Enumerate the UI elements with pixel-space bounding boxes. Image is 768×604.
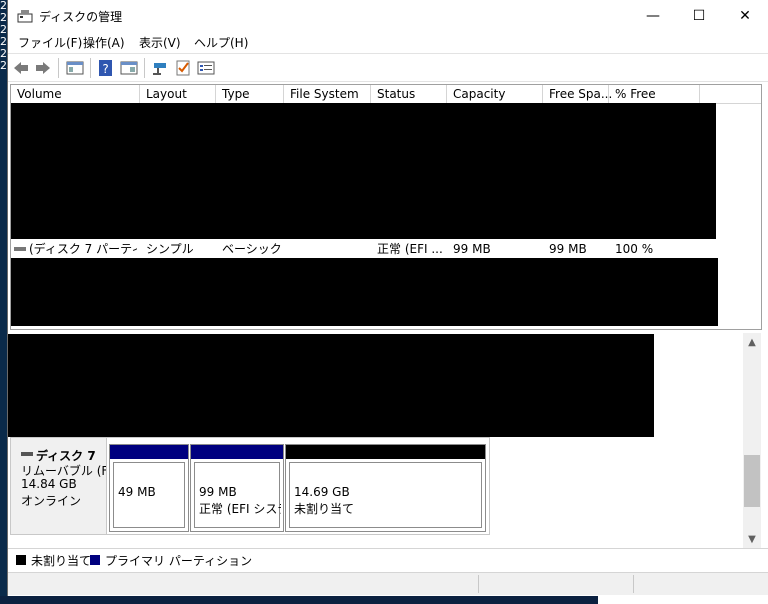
maximize-button[interactable]: ☐ [676, 0, 722, 31]
partition-2-size: 99 MB [199, 485, 237, 499]
svg-text:?: ? [102, 62, 108, 76]
legend-swatch-unallocated [16, 555, 26, 565]
col-capacity[interactable]: Capacity [447, 85, 543, 103]
partition-unallocated[interactable]: 14.69 GB 未割り当て [285, 444, 486, 532]
minimize-button[interactable]: — [630, 0, 676, 31]
toolbar: ? [8, 53, 768, 82]
help-icon[interactable]: ? [97, 59, 115, 77]
taskbar-edge [0, 596, 598, 604]
cell-percent-free: 100 % [615, 242, 654, 256]
menu-view[interactable]: 表示(V) [139, 34, 181, 51]
col-percent-free[interactable]: % Free [609, 85, 700, 103]
volume-list[interactable]: Volume Layout Type File System Status Ca… [10, 84, 762, 330]
partition-2[interactable]: 99 MB 正常 (EFI システ. [190, 444, 284, 532]
disk-size: 14.84 GB [21, 477, 77, 491]
partition-3-status: 未割り当て [294, 502, 355, 516]
scroll-up-icon[interactable]: ▲ [743, 333, 761, 351]
graphical-view[interactable]: ディスク 7 リムーバブル (F:) 14.84 GB オンライン 49 MB … [8, 333, 768, 548]
redacted-area [8, 334, 654, 437]
partition-3-bar [286, 445, 485, 459]
window-title: ディスクの管理 [39, 10, 123, 24]
col-layout[interactable]: Layout [140, 85, 216, 103]
menu-action[interactable]: 操作(A) [83, 34, 125, 51]
vertical-scrollbar[interactable]: ▲ ▼ [743, 333, 761, 548]
col-status[interactable]: Status [371, 85, 447, 103]
menu-file[interactable]: ファイル(F) [18, 34, 82, 51]
cell-free-space: 99 MB [549, 242, 587, 256]
cell-volume: (ディスク 7 パーティシ... [29, 242, 137, 256]
redacted-area [11, 103, 716, 239]
forward-arrow-icon[interactable] [34, 59, 52, 77]
menu-bar: ファイル(F) 操作(A) 表示(V) ヘルプ(H) [8, 31, 768, 53]
menu-help[interactable]: ヘルプ(H) [194, 34, 248, 51]
cell-type: ベーシック [222, 242, 282, 256]
partition-2-status: 正常 (EFI システ. [199, 502, 281, 516]
col-volume[interactable]: Volume [11, 85, 140, 103]
title-bar[interactable]: ディスクの管理 — ☐ ✕ [8, 0, 768, 31]
back-arrow-icon[interactable] [12, 59, 30, 77]
scroll-down-icon[interactable]: ▼ [743, 530, 761, 548]
redacted-area [11, 258, 718, 326]
col-file-system[interactable]: File System [284, 85, 371, 103]
connect-icon[interactable] [151, 59, 169, 77]
disk-icon [21, 452, 33, 456]
legend: 未割り当て プライマリ パーティション [8, 548, 768, 571]
table-row[interactable]: (ディスク 7 パーティシ... シンプル ベーシック 正常 (EFI ... … [11, 240, 759, 258]
console-tree-icon[interactable] [66, 59, 84, 77]
disk-management-icon [17, 10, 33, 23]
close-button[interactable]: ✕ [722, 0, 768, 31]
check-icon[interactable] [174, 59, 192, 77]
legend-swatch-primary [90, 555, 100, 565]
partition-3-size: 14.69 GB [294, 485, 350, 499]
cell-layout: シンプル [146, 242, 194, 256]
disk-partitions: 49 MB 99 MB 正常 (EFI システ. 14.69 GB 未割り当て [106, 437, 490, 535]
disk-management-window: ディスクの管理 — ☐ ✕ ファイル(F) 操作(A) 表示(V) ヘルプ(H)… [7, 0, 768, 604]
volume-icon [14, 247, 26, 251]
col-type[interactable]: Type [216, 85, 284, 103]
disk-label[interactable]: ディスク 7 リムーバブル (F:) 14.84 GB オンライン [10, 437, 116, 535]
properties-icon[interactable] [197, 59, 215, 77]
legend-primary: プライマリ パーティション [105, 554, 253, 568]
volume-list-header: Volume Layout Type File System Status Ca… [11, 85, 761, 104]
scroll-thumb[interactable] [744, 455, 760, 507]
legend-unallocated: 未割り当て [31, 554, 92, 568]
cell-capacity: 99 MB [453, 242, 491, 256]
partition-1-size: 49 MB [118, 485, 156, 499]
status-bar [8, 572, 768, 595]
disk-state: オンライン [21, 494, 82, 508]
cell-status: 正常 (EFI ... [377, 242, 443, 256]
partition-1[interactable]: 49 MB [109, 444, 189, 532]
col-free-space[interactable]: Free Spa... [543, 85, 612, 103]
col-empty [700, 85, 761, 103]
partition-1-bar [110, 445, 188, 459]
details-pane-icon[interactable] [120, 59, 138, 77]
partition-2-bar [191, 445, 283, 459]
